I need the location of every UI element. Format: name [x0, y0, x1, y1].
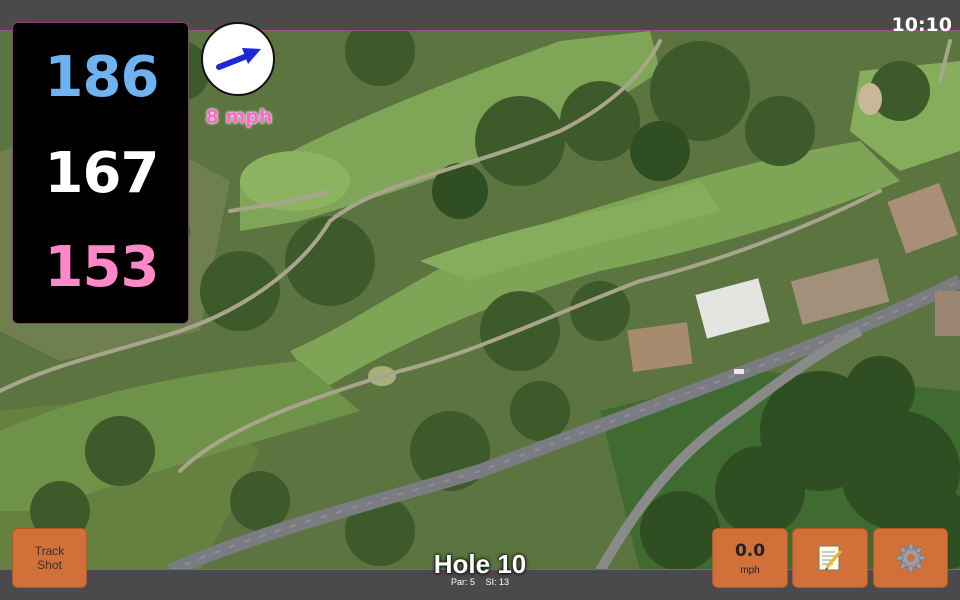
speed-button[interactable]: 0.0 mph: [712, 528, 788, 588]
arrow-icon: [216, 48, 261, 70]
gear-icon: [896, 543, 925, 573]
hole-stroke-index: SI: 13: [485, 577, 510, 587]
notepad-icon: [818, 545, 843, 571]
speed-value: 0.0: [734, 540, 766, 561]
notes-button[interactable]: [792, 528, 868, 588]
hole-par: Par: 5: [450, 577, 475, 587]
speed-unit: mph: [740, 564, 760, 576]
distance-panel[interactable]: 186 167 153: [12, 22, 189, 324]
status-clock: 10:10: [891, 14, 952, 36]
middle-distance: 167: [44, 141, 160, 206]
wind-speed-label: 8 mph: [205, 106, 273, 128]
settings-button[interactable]: [873, 528, 948, 588]
track-shot-label-line2: Shot: [37, 558, 62, 572]
app-screen: 10:10 186 167 153 8 mph Track Shot Hole …: [0, 0, 960, 600]
front-distance: 153: [44, 235, 160, 300]
hole-info: Par: 5 SI: 13: [380, 577, 580, 587]
back-distance: 186: [44, 45, 160, 110]
wind-indicator: [201, 22, 275, 96]
hole-title: Hole 10: [433, 549, 527, 579]
track-shot-label-line1: Track: [34, 544, 65, 558]
track-shot-button[interactable]: Track Shot: [12, 528, 87, 588]
